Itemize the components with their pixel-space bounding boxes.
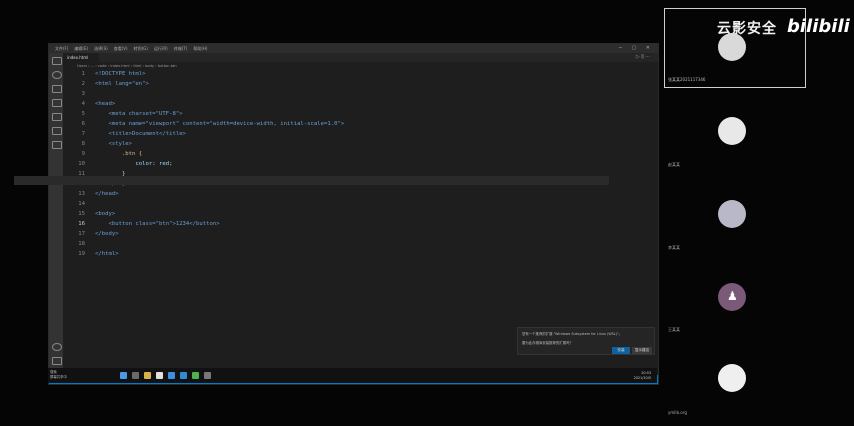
source-control-icon[interactable] (52, 85, 62, 93)
person-icon: ♟ (727, 289, 738, 303)
line-number: 15 (78, 211, 85, 217)
extensions-icon[interactable] (52, 113, 62, 121)
participant-avatar[interactable] (718, 117, 746, 145)
code-line[interactable]: <meta charset="UTF-8"> (95, 111, 182, 117)
taskbar-share-label: 屏幕共享中 (50, 375, 67, 379)
activity-bar (49, 53, 63, 375)
menu-terminal[interactable]: 终端(T) (174, 46, 188, 52)
line-number: 7 (81, 131, 85, 137)
testing-icon[interactable] (52, 141, 62, 149)
code-line[interactable]: <head> (95, 101, 115, 107)
line-number: 1 (81, 71, 85, 77)
show-recommendations-button[interactable]: 显示建议 (632, 347, 652, 354)
menu-go[interactable]: 转到(G) (134, 46, 148, 52)
participant-avatar[interactable] (718, 364, 746, 392)
participant-avatar[interactable] (718, 200, 746, 228)
vscode-icon[interactable] (180, 372, 187, 379)
app-icon-2[interactable] (168, 372, 175, 379)
tab-index-html[interactable]: index.html (63, 53, 99, 62)
line-number: 6 (81, 121, 85, 127)
app-icon-3[interactable] (192, 372, 199, 379)
participant-name: ymlib.org (668, 410, 687, 415)
line-number: 5 (81, 111, 85, 117)
editor-window: 文件(F) 编辑(E) 选择(S) 查看(V) 转到(G) 运行(R) 终端(T… (48, 43, 659, 385)
extension-notification: 您有一个推荐的扩展 "Windows Subsystem for Linux (… (517, 327, 655, 355)
code-line[interactable]: </html> (95, 251, 119, 257)
settings-gear-icon[interactable] (52, 357, 62, 365)
menu-edit[interactable]: 编辑(E) (74, 46, 88, 52)
line-number: 17 (78, 231, 85, 237)
notification-line-1: 您有一个推荐的扩展 "Windows Subsystem for Linux (… (522, 332, 623, 336)
line-number: 9 (81, 151, 85, 157)
menu-file[interactable]: 文件(F) (55, 46, 68, 52)
self-avatar (718, 33, 746, 61)
clock-date: 2021/10/5 (633, 375, 651, 380)
menu-bar: 文件(F) 编辑(E) 选择(S) 查看(V) 转到(G) 运行(R) 终端(T… (49, 44, 658, 53)
participant-name: 王某某 (668, 327, 680, 332)
menu-selection[interactable]: 选择(S) (94, 46, 108, 52)
code-editor[interactable]: 1 <!DOCTYPE html> 2 <html lang="en"> 3 4 <head… (63, 71, 658, 301)
task-view-icon[interactable] (132, 372, 139, 379)
self-name: 张某某2021117346 (668, 77, 706, 82)
run-debug-icon[interactable] (52, 99, 62, 107)
line-number: 2 (81, 81, 85, 87)
line-number: 4 (81, 101, 85, 107)
menu-help[interactable]: 帮助(H) (193, 46, 207, 52)
menu-run[interactable]: 运行(R) (154, 46, 168, 52)
code-line[interactable]: <meta name="viewport" content="width=dev… (95, 121, 344, 127)
line-number: 19 (78, 251, 85, 257)
code-line[interactable]: </body> (95, 231, 119, 237)
explorer-icon[interactable] (52, 57, 62, 65)
code-line[interactable]: <!DOCTYPE html> (95, 71, 146, 77)
code-line[interactable]: .btn { (95, 151, 142, 157)
code-line[interactable]: <title>Document</title> (95, 131, 185, 137)
install-button[interactable]: 安装 (612, 347, 630, 354)
line-number: 14 (78, 201, 85, 207)
code-line[interactable]: <button class="btn">1234</button> (95, 221, 219, 227)
bilibili-logo: bilibili (787, 16, 850, 37)
editor-actions[interactable]: ▷ ⫼ ··· (636, 54, 650, 60)
line-number: 8 (81, 141, 85, 147)
code-line[interactable]: color: red; (95, 161, 172, 167)
system-clock[interactable]: 20:03 2021/10/5 (634, 371, 651, 380)
start-icon[interactable] (120, 372, 127, 379)
app-icon-4[interactable] (204, 372, 211, 379)
window-controls[interactable]: ─ ▢ ✕ (619, 45, 654, 51)
code-line[interactable]: </head> (95, 191, 119, 197)
account-icon[interactable] (52, 343, 62, 351)
code-line[interactable]: <body> (95, 211, 115, 217)
tab-bar: index.html ▷ ⫼ ··· (63, 53, 658, 62)
line-number: 16 (78, 221, 85, 227)
line-number: 3 (81, 91, 85, 97)
file-explorer-icon[interactable] (144, 372, 151, 379)
participant-name: 李某某 (668, 245, 680, 250)
menu-view[interactable]: 查看(V) (114, 46, 128, 52)
breadcrumb[interactable]: Users › ... › code › index.html › html ›… (63, 63, 658, 70)
line-number: 18 (78, 241, 85, 247)
code-line[interactable]: <html lang="en"> (95, 81, 149, 87)
participant-avatar[interactable]: ♟ (718, 283, 746, 311)
search-icon[interactable] (52, 71, 62, 79)
taskbar-left-info: 搜索 屏幕共享中 (50, 370, 67, 380)
current-line-highlight (14, 176, 609, 185)
remote-icon[interactable] (52, 127, 62, 135)
line-number: 10 (78, 161, 85, 167)
line-number: 13 (78, 191, 85, 197)
app-icon-1[interactable] (156, 372, 163, 379)
taskbar: 搜索 屏幕共享中 20:03 2021/10/5 (48, 368, 657, 383)
notification-line-2: 要为此存储库安装推荐的扩展吗？ (522, 341, 573, 345)
code-line[interactable]: <style> (95, 141, 132, 147)
participant-name: 赵某某 (668, 162, 680, 167)
